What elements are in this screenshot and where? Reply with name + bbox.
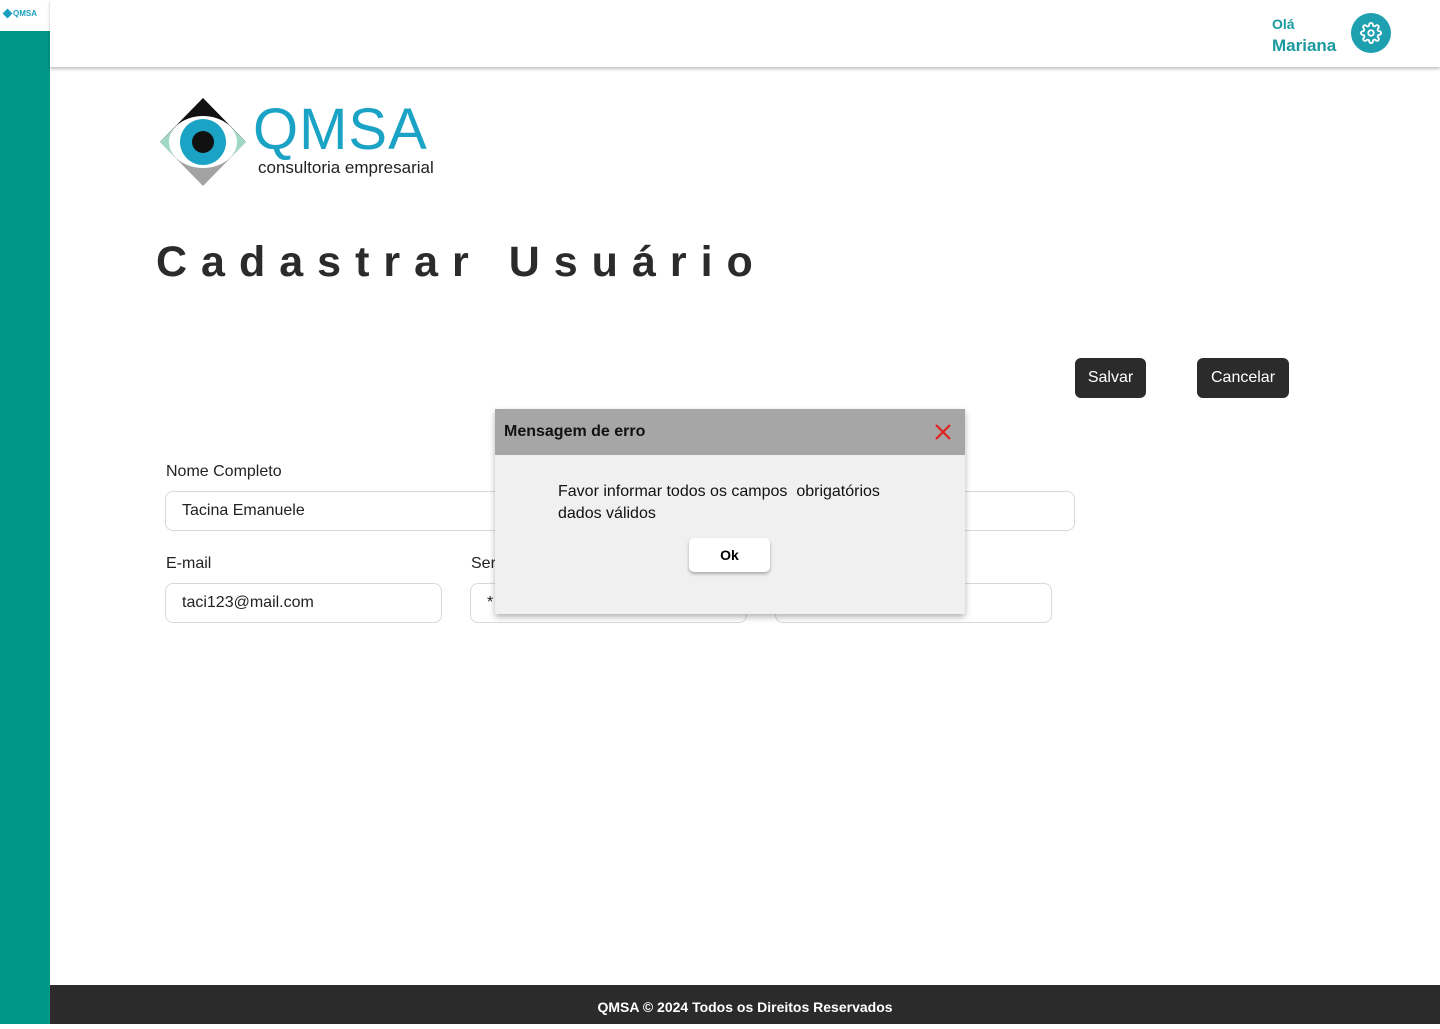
save-button[interactable]: Salvar bbox=[1075, 358, 1146, 398]
full-name-label: Nome Completo bbox=[166, 463, 282, 480]
brand-tagline: consultoria empresarial bbox=[258, 158, 434, 177]
error-dialog: Mensagem de erro Favor informar todos os… bbox=[495, 409, 965, 614]
footer: QMSA © 2024 Todos os Direitos Reservados bbox=[50, 985, 1440, 1024]
close-icon[interactable] bbox=[933, 422, 953, 442]
top-bar bbox=[50, 0, 1440, 67]
error-message-line-2: dados válidos bbox=[558, 505, 656, 522]
user-greeting: Olá Mariana bbox=[1272, 16, 1336, 56]
error-message-line-1: Favor informar todos os campos obrigatór… bbox=[558, 483, 880, 500]
user-name: Mariana bbox=[1272, 36, 1337, 55]
gear-icon bbox=[1360, 22, 1382, 44]
cancel-button[interactable]: Cancelar bbox=[1197, 358, 1289, 398]
email-label: E-mail bbox=[166, 555, 212, 572]
sidebar: QMSA bbox=[0, 0, 50, 1024]
brand-name: QMSA bbox=[253, 97, 428, 162]
footer-text: QMSA © 2024 Todos os Direitos Reservados bbox=[597, 999, 893, 1015]
error-dialog-message: Favor informar todos os campos obrigatór… bbox=[558, 481, 928, 525]
error-dialog-header: Mensagem de erro bbox=[495, 409, 965, 455]
ok-button[interactable]: Ok bbox=[689, 538, 770, 572]
page-title: Cadastrar Usuário bbox=[156, 238, 767, 286]
sidebar-logo[interactable]: QMSA bbox=[0, 0, 50, 31]
greeting-text: Olá bbox=[1272, 16, 1295, 32]
eye-icon bbox=[2, 8, 13, 19]
settings-button[interactable] bbox=[1351, 13, 1391, 53]
sidebar-logo-label: QMSA bbox=[13, 9, 37, 18]
password-label: Ser bbox=[471, 555, 496, 572]
email-input[interactable] bbox=[165, 583, 442, 623]
error-dialog-title: Mensagem de erro bbox=[504, 423, 646, 440]
sidebar-logo-text: QMSA bbox=[2, 8, 37, 19]
